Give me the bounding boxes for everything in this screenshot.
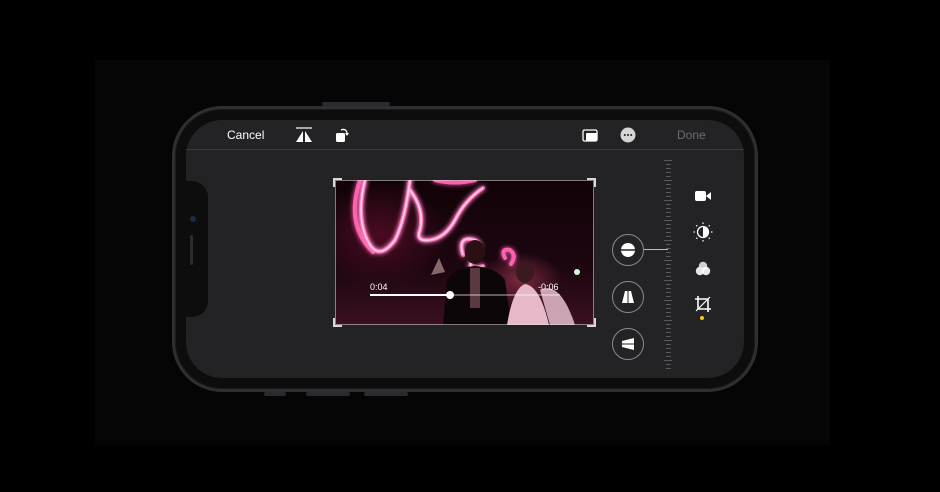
ruler-tick (666, 172, 671, 173)
ruler-tick (666, 204, 671, 205)
ruler-tick (666, 188, 671, 189)
ruler-tick (666, 252, 671, 253)
ruler-tick (666, 368, 671, 369)
ruler-tick (666, 164, 671, 165)
vertical-perspective-button[interactable] (612, 281, 644, 313)
ruler-tick (666, 244, 671, 245)
ruler-tick (664, 300, 672, 301)
ruler-tick (666, 312, 671, 313)
ruler-tick (664, 260, 672, 261)
top-toolbar: Cancel Done (186, 120, 744, 150)
ruler-tick (666, 196, 671, 197)
ruler-tick (666, 208, 671, 209)
ruler-tick (666, 288, 671, 289)
ruler-tick (666, 344, 671, 345)
ruler-tick (666, 272, 671, 273)
angle-ruler[interactable] (664, 160, 672, 370)
crop-icon[interactable] (692, 293, 714, 315)
ruler-tick (664, 160, 672, 161)
ruler-tick (666, 256, 671, 257)
rotate-icon[interactable] (332, 125, 352, 145)
active-tool-indicator (700, 316, 704, 320)
toolbar-divider (186, 149, 744, 150)
ruler-tick (666, 308, 671, 309)
ruler-tick (666, 216, 671, 217)
volume-up-button (306, 392, 350, 396)
horizontal-perspective-button[interactable] (612, 328, 644, 360)
aspect-ratio-icon[interactable] (580, 125, 600, 145)
ruler-tick (666, 348, 671, 349)
ruler-tick (666, 228, 671, 229)
ruler-tick (666, 336, 671, 337)
ruler-tick (664, 220, 672, 221)
crop-handle-top-right[interactable] (587, 178, 596, 187)
filters-icon[interactable] (692, 258, 714, 280)
ruler-tick (664, 180, 672, 181)
cancel-button[interactable]: Cancel (227, 128, 264, 142)
front-camera (190, 216, 196, 222)
ruler-tick (664, 320, 672, 321)
straighten-button[interactable] (612, 234, 644, 266)
ruler-tick (666, 332, 671, 333)
ruler-tick (666, 276, 671, 277)
more-icon[interactable] (618, 125, 638, 145)
ruler-tick (666, 324, 671, 325)
ruler-tick (666, 292, 671, 293)
ruler-tick (666, 364, 671, 365)
ruler-tick (664, 240, 672, 241)
volume-down-button (364, 392, 408, 396)
video-icon[interactable] (692, 185, 714, 207)
ruler-tick (664, 360, 672, 361)
horizontal-perspective-icon (622, 338, 634, 350)
ruler-tick (666, 192, 671, 193)
ruler-tick (666, 212, 671, 213)
crop-frame[interactable] (335, 180, 594, 325)
vertical-perspective-icon (622, 291, 634, 303)
ruler-tick (664, 200, 672, 201)
ruler-tick (664, 280, 672, 281)
ruler-tick (666, 236, 671, 237)
ruler-tick (666, 264, 671, 265)
ruler-tick (666, 248, 671, 249)
ruler-tick (664, 340, 672, 341)
speaker-grille (190, 235, 193, 265)
adjust-icon[interactable] (692, 221, 714, 243)
ruler-tick (666, 176, 671, 177)
ruler-tick (666, 296, 671, 297)
ruler-tick (666, 224, 671, 225)
ruler-tick (666, 356, 671, 357)
ruler-tick (666, 284, 671, 285)
crop-handle-bottom-right[interactable] (587, 318, 596, 327)
ruler-tick (666, 232, 671, 233)
crop-handle-top-left[interactable] (333, 178, 342, 187)
ruler-tick (666, 168, 671, 169)
ruler-tick (666, 352, 671, 353)
ruler-tick (666, 328, 671, 329)
ruler-tick (666, 184, 671, 185)
ruler-tick (666, 316, 671, 317)
flip-icon[interactable] (294, 125, 314, 145)
straighten-icon (619, 243, 637, 257)
ruler-tick (666, 304, 671, 305)
done-button[interactable]: Done (677, 128, 706, 142)
mute-switch (264, 392, 286, 396)
ruler-tick (666, 268, 671, 269)
crop-handle-bottom-left[interactable] (333, 318, 342, 327)
